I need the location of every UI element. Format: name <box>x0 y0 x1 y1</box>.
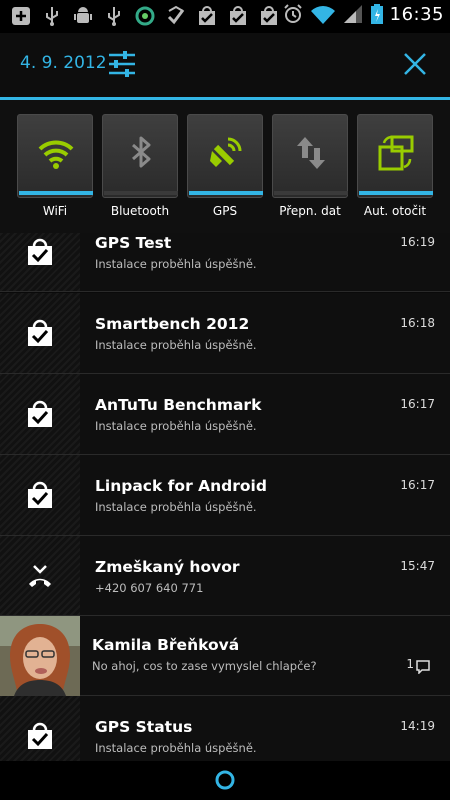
notification-title: AnTuTu Benchmark <box>95 396 262 414</box>
usb-icon <box>108 7 120 26</box>
notification-item[interactable]: Zmeškaný hovor +420 607 640 771 15:47 <box>0 536 450 616</box>
status-bar: 16:35 <box>0 0 450 33</box>
check-bag-icon <box>28 722 52 749</box>
notification-item[interactable]: GPS Test Instalace proběhla úspěšně. 16:… <box>0 233 450 292</box>
toggle-bluetooth-tile <box>102 114 178 198</box>
date-label: 4. 9. 2012 <box>20 53 107 73</box>
notification-list[interactable]: GPS Test Instalace proběhla úspěšně. 16:… <box>0 233 450 761</box>
toggle-state-bar <box>274 191 348 195</box>
notification-title: Smartbench 2012 <box>95 315 250 333</box>
chat-icon <box>416 660 430 674</box>
status-bar-notification-icons <box>10 5 280 27</box>
notification-text: Instalace proběhla úspěšně. <box>95 338 257 352</box>
notification-text: Instalace proběhla úspěšně. <box>95 257 257 271</box>
notification-text: No ahoj, cos to zase vymyslel chlapče? <box>92 659 317 673</box>
avatar-photo <box>0 616 80 696</box>
check-bag-icon <box>28 481 52 508</box>
bluetooth-icon <box>132 136 151 168</box>
notification-title: GPS Test <box>95 234 172 252</box>
signal-icon <box>343 5 362 23</box>
add-icon <box>12 7 30 25</box>
notification-shade-handle[interactable] <box>0 761 450 800</box>
notification-item[interactable]: Smartbench 2012 Instalace proběhla úspěš… <box>0 293 450 374</box>
notification-icon-cell <box>0 233 80 291</box>
battery-charging-icon <box>370 4 383 24</box>
notification-title: Kamila Břeňková <box>92 636 240 654</box>
notification-header: 4. 9. 2012 <box>0 33 450 97</box>
drag-handle-icon[interactable] <box>214 769 236 791</box>
toggle-label: Aut. otočit <box>363 204 427 218</box>
notification-icon-cell <box>0 455 80 535</box>
notification-item[interactable]: Linpack for Android Instalace proběhla ú… <box>0 455 450 536</box>
settings-sliders-icon[interactable] <box>106 49 138 79</box>
toggle-bluetooth[interactable]: Bluetooth <box>102 114 178 224</box>
missed-call-icon <box>29 565 51 587</box>
notification-icon-cell <box>0 696 80 761</box>
check-bag-icon <box>261 6 277 25</box>
check-bag-icon <box>28 400 52 427</box>
notification-text: Instalace proběhla úspěšně. <box>95 741 257 755</box>
toggle-auto-rotate[interactable]: Aut. otočit <box>357 114 433 224</box>
notification-title: GPS Status <box>95 718 193 736</box>
alarm-icon <box>283 4 302 23</box>
check-bag-icon <box>230 6 246 25</box>
check-bag-icon <box>28 319 52 346</box>
close-icon[interactable] <box>402 51 428 77</box>
notification-text: Instalace proběhla úspěšně. <box>95 500 257 514</box>
notification-icon-cell <box>0 374 80 454</box>
auto-rotate-icon <box>378 135 414 171</box>
toggle-data-tile <box>272 114 348 198</box>
check-bag-icon <box>28 238 52 265</box>
notification-time: 15:47 <box>400 559 435 573</box>
notification-title: Linpack for Android <box>95 477 267 495</box>
quick-settings-toggles: WiFi Bluetooth GPS Přepn. dat Aut. otoči… <box>0 100 450 233</box>
notification-icon-cell <box>0 293 80 373</box>
clock-time: 16:35 <box>389 3 444 25</box>
toggle-gps[interactable]: GPS <box>187 114 263 224</box>
toggle-state-bar <box>189 191 263 195</box>
avatar <box>0 616 80 696</box>
notification-text: +420 607 640 771 <box>95 581 204 595</box>
notification-time: 16:19 <box>400 235 435 249</box>
toggle-data[interactable]: Přepn. dat <box>272 114 348 224</box>
status-bar-system-icons: 16:35 <box>282 3 444 25</box>
toggle-state-bar <box>104 191 178 195</box>
sync-icon <box>135 6 155 26</box>
notification-icon-cell <box>0 536 80 615</box>
toggle-wifi-tile <box>17 114 93 198</box>
notification-time: 16:18 <box>400 316 435 330</box>
android-debug-icon <box>74 7 92 23</box>
notification-item[interactable]: Kamila Břeňková No ahoj, cos to zase vym… <box>0 616 450 696</box>
wifi-icon <box>310 6 335 24</box>
notification-text: Instalace proběhla úspěšně. <box>95 419 257 433</box>
wifi-icon <box>38 140 74 169</box>
notification-title: Zmeškaný hovor <box>95 558 240 576</box>
play-store-icon <box>167 5 185 25</box>
data-transfer-icon <box>297 137 325 169</box>
toggle-state-bar <box>359 191 433 195</box>
toggle-gps-tile <box>187 114 263 198</box>
check-bag-icon <box>199 6 215 25</box>
notification-item[interactable]: AnTuTu Benchmark Instalace proběhla úspě… <box>0 374 450 455</box>
toggle-wifi[interactable]: WiFi <box>17 114 93 224</box>
notification-item[interactable]: GPS Status Instalace proběhla úspěšně. 1… <box>0 696 450 761</box>
notification-time: 16:17 <box>400 478 435 492</box>
toggle-auto-rotate-tile <box>357 114 433 198</box>
toggle-state-bar <box>19 191 93 195</box>
gps-icon <box>210 137 242 167</box>
notification-time: 16:17 <box>400 397 435 411</box>
notification-time: 14:19 <box>400 719 435 733</box>
usb-icon <box>46 7 58 26</box>
message-count: 1 <box>406 657 414 671</box>
